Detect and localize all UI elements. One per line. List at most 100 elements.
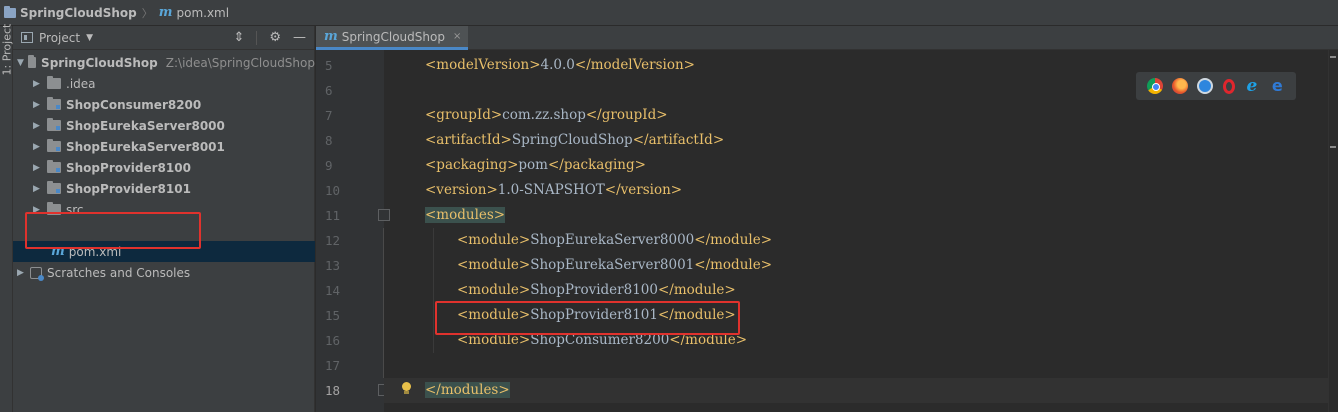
tree-item-shopprovider8101[interactable]: ▶ ShopProvider8101 bbox=[13, 178, 315, 199]
xml-tag: <artifactId> bbox=[425, 132, 512, 148]
xml-tag: </artifactId> bbox=[632, 132, 725, 148]
code-line[interactable]: <modelVersion>4.0.0</modelVersion> bbox=[425, 53, 695, 78]
line-number: 17 bbox=[325, 358, 341, 373]
xml-tag: <version> bbox=[425, 182, 498, 198]
xml-tag: <module> bbox=[457, 232, 531, 248]
xml-text: ShopProvider8100 bbox=[530, 282, 658, 298]
line-number: 9 bbox=[325, 158, 333, 173]
xml-tag: <module> bbox=[457, 307, 531, 323]
expand-arrow-icon[interactable]: ▶ bbox=[33, 100, 43, 110]
expand-arrow-icon[interactable]: ▶ bbox=[17, 268, 27, 278]
expand-arrow-icon[interactable]: ▶ bbox=[33, 205, 43, 215]
tree-item-pom-xml[interactable]: m pom.xml bbox=[13, 241, 315, 262]
tree-item-label: ShopProvider8101 bbox=[66, 181, 191, 196]
internet-explorer-icon[interactable]: e bbox=[1244, 78, 1260, 95]
chevron-down-icon[interactable]: ▼ bbox=[86, 33, 93, 43]
current-line-highlight bbox=[384, 378, 1338, 403]
navigation-bar: SpringCloudShop 〉 m pom.xml bbox=[0, 0, 1338, 26]
project-panel-header: Project ▼ ⇕ ⚙ — bbox=[13, 26, 314, 50]
code-line[interactable]: <module>ShopProvider8101</module> bbox=[457, 303, 736, 328]
indent-guide bbox=[433, 228, 434, 353]
code-line[interactable]: <groupId>com.zz.shop</groupId> bbox=[425, 103, 668, 128]
edge-icon[interactable]: e bbox=[1269, 78, 1285, 94]
tree-item-label: src bbox=[66, 202, 84, 217]
xml-tag: <modules> bbox=[425, 207, 506, 223]
expand-arrow-icon[interactable]: ▶ bbox=[33, 79, 43, 89]
line-number: 13 bbox=[325, 258, 341, 273]
panel-toolbar: ⇕ ⚙ — bbox=[233, 30, 306, 45]
code-line[interactable]: <artifactId>SpringCloudShop</artifactId> bbox=[425, 128, 724, 153]
xml-text: SpringCloudShop bbox=[511, 132, 633, 148]
opera-icon[interactable] bbox=[1222, 78, 1235, 94]
xml-tag: </version> bbox=[604, 182, 683, 198]
line-number: 12 bbox=[325, 233, 341, 248]
maven-file-icon: m bbox=[158, 5, 173, 20]
breadcrumb-file[interactable]: pom.xml bbox=[176, 6, 229, 20]
code-line[interactable]: <modules> bbox=[425, 203, 506, 228]
tool-window-strip: 1: Project bbox=[0, 24, 14, 412]
project-view-selector[interactable]: Project bbox=[39, 31, 80, 45]
toolbar-divider bbox=[256, 30, 258, 45]
collapse-icon[interactable]: ⇕ bbox=[233, 30, 244, 45]
line-number: 15 bbox=[325, 308, 341, 323]
module-folder-icon bbox=[47, 160, 61, 173]
xml-tag: </module> bbox=[694, 232, 773, 248]
project-view-icon bbox=[21, 32, 33, 43]
tab-springcloudshop[interactable]: m SpringCloudShop × bbox=[316, 26, 468, 50]
tree-item-shopeurekaserver8001[interactable]: ▶ ShopEurekaServer8001 bbox=[13, 136, 315, 157]
code-line[interactable]: <module>ShopEurekaServer8000</module> bbox=[457, 228, 772, 253]
line-number: 5 bbox=[325, 58, 333, 73]
line-number: 14 bbox=[325, 283, 341, 298]
firefox-icon[interactable] bbox=[1171, 78, 1188, 94]
line-number: 16 bbox=[325, 333, 341, 348]
xml-tag: </groupId> bbox=[585, 107, 668, 123]
code-line[interactable]: <module>ShopConsumer8200</module> bbox=[457, 328, 747, 353]
breadcrumb-project[interactable]: SpringCloudShop bbox=[20, 6, 137, 20]
xml-tag: <module> bbox=[457, 257, 531, 273]
safari-icon[interactable] bbox=[1197, 78, 1214, 94]
xml-tag: <module> bbox=[457, 282, 531, 298]
expand-arrow-icon[interactable]: ▶ bbox=[33, 184, 43, 194]
line-number: 7 bbox=[325, 108, 333, 123]
code-line[interactable]: <module>ShopProvider8100</module> bbox=[457, 278, 736, 303]
project-panel: Project ▼ ⇕ ⚙ — ▼ SpringCloudShop Z:\ide… bbox=[13, 26, 315, 412]
minimize-icon[interactable]: — bbox=[293, 30, 306, 45]
editor-scrollbar[interactable] bbox=[1328, 50, 1338, 412]
xml-tag: </modules> bbox=[425, 382, 510, 398]
tree-item-label: ShopProvider8100 bbox=[66, 160, 191, 175]
code-line[interactable]: <packaging>pom</packaging> bbox=[425, 153, 646, 178]
expand-arrow-icon[interactable]: ▶ bbox=[33, 163, 43, 173]
line-number: 6 bbox=[325, 83, 333, 98]
line-number: 8 bbox=[325, 133, 333, 148]
tree-item-shopeurekaserver8000[interactable]: ▶ ShopEurekaServer8000 bbox=[13, 115, 315, 136]
xml-tag: <modelVersion> bbox=[425, 57, 541, 73]
tree-item-scratches[interactable]: ▶ Scratches and Consoles bbox=[13, 262, 315, 283]
tree-item-src[interactable]: ▶ src bbox=[13, 199, 315, 220]
code-line[interactable]: <module>ShopEurekaServer8001</module> bbox=[457, 253, 772, 278]
gear-icon[interactable]: ⚙ bbox=[269, 30, 281, 45]
code-area[interactable]: <modelVersion>4.0.0</modelVersion> <group… bbox=[384, 50, 1338, 412]
scroll-marker bbox=[1330, 146, 1336, 148]
expand-arrow-icon[interactable]: ▼ bbox=[17, 58, 24, 68]
browser-preview-bar: e e bbox=[1136, 72, 1296, 100]
tree-item-shopconsumer8200[interactable]: ▶ ShopConsumer8200 bbox=[13, 94, 315, 115]
tree-item-idea[interactable]: ▶ .idea bbox=[13, 73, 315, 94]
code-line[interactable]: <version>1.0-SNAPSHOT</version> bbox=[425, 178, 682, 203]
tree-item-shopprovider8100[interactable]: ▶ ShopProvider8100 bbox=[13, 157, 315, 178]
close-icon[interactable]: × bbox=[453, 31, 461, 42]
folder-icon bbox=[47, 76, 61, 89]
expand-arrow-icon[interactable]: ▶ bbox=[33, 121, 43, 131]
tree-item-label: pom.xml bbox=[68, 244, 122, 259]
code-line[interactable]: </modules> bbox=[425, 378, 510, 403]
editor: m SpringCloudShop × 5 6 7 8 9 10 11 12 13 14 15 16 1… bbox=[316, 26, 1338, 412]
tree-root[interactable]: ▼ SpringCloudShop Z:\idea\SpringCloudSho… bbox=[13, 52, 315, 73]
breadcrumb-separator: 〉 bbox=[141, 6, 153, 20]
expand-arrow-icon[interactable]: ▶ bbox=[33, 142, 43, 152]
lightbulb-icon[interactable] bbox=[401, 382, 411, 394]
project-tool-button[interactable]: 1: Project bbox=[1, 24, 14, 76]
xml-text: ShopEurekaServer8000 bbox=[530, 232, 695, 248]
maven-file-icon: m bbox=[51, 244, 65, 259]
module-folder-icon bbox=[47, 97, 61, 110]
chrome-icon[interactable] bbox=[1146, 78, 1163, 94]
line-number: 18 bbox=[325, 383, 341, 398]
